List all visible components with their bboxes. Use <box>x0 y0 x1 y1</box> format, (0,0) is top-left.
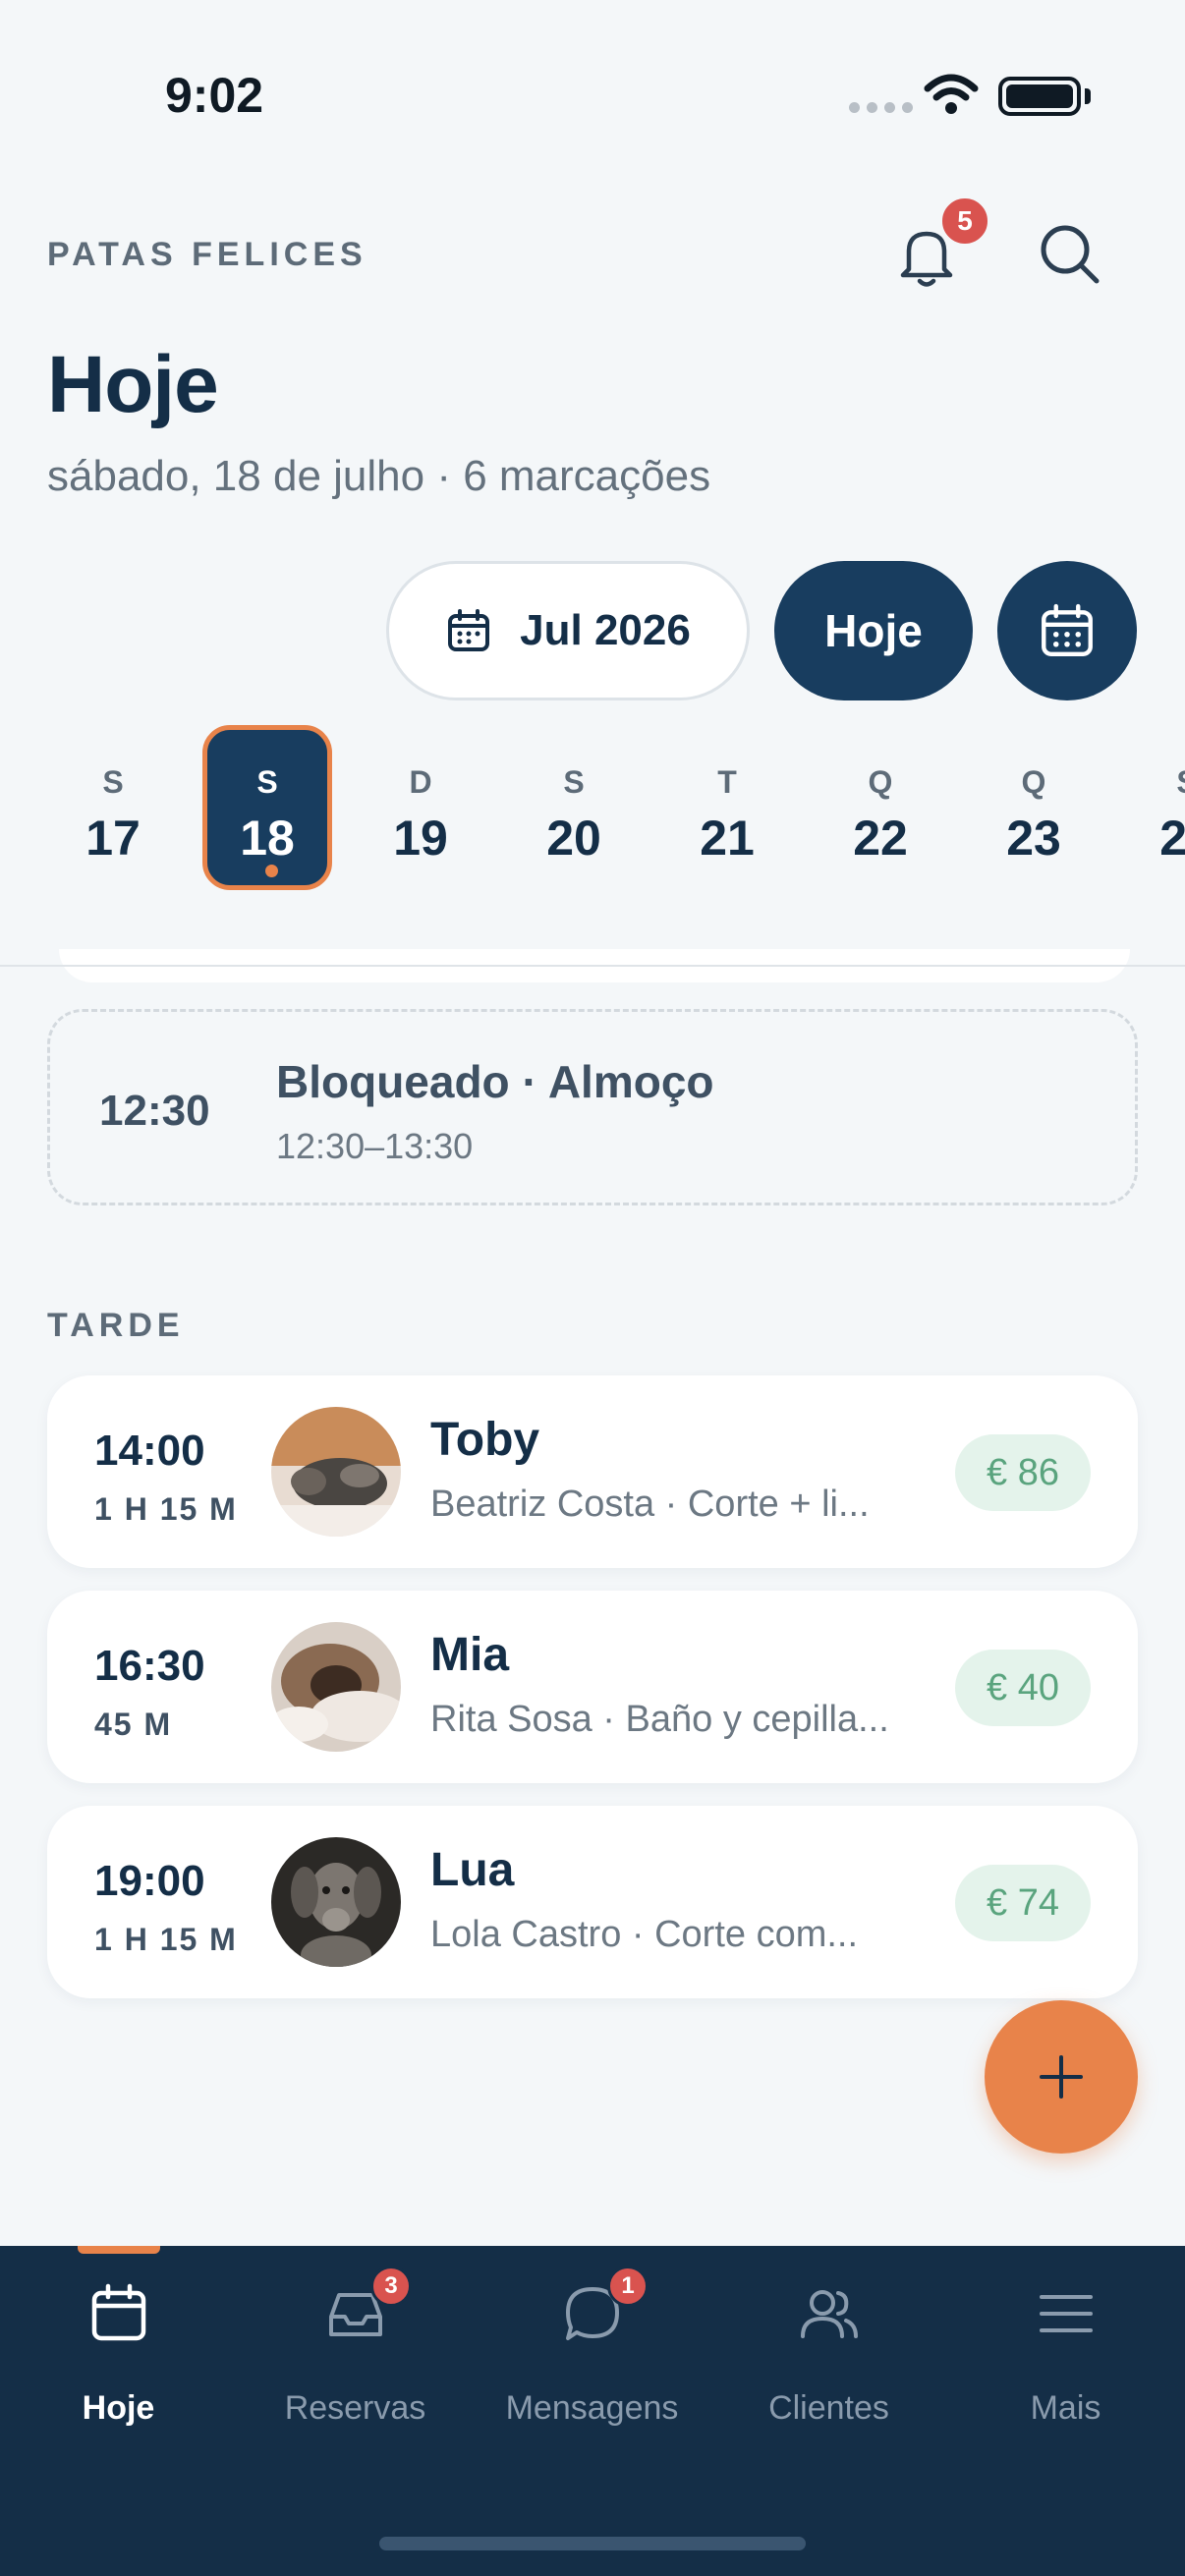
price-badge: € 74 <box>955 1865 1091 1941</box>
blocked-slot-card[interactable]: 12:30 Bloqueado · Almoço 12:30–13:30 <box>47 1009 1138 1205</box>
weekday-label: S <box>256 764 278 800</box>
page-title: Hoje <box>47 340 219 429</box>
appointment-card[interactable]: 16:30 45 M Mia Rita Sosa · Baño y cepill… <box>47 1591 1138 1783</box>
appointment-duration: 45 M <box>94 1707 173 1742</box>
users-icon <box>801 2290 858 2338</box>
battery-icon <box>998 77 1081 116</box>
tab-label: Mais <box>1030 2389 1101 2427</box>
day-number: 20 <box>546 811 601 866</box>
day-23[interactable]: Q 23 <box>969 725 1099 890</box>
weekday-label: Q <box>868 764 893 800</box>
wifi-icon <box>924 74 979 114</box>
search-icon[interactable] <box>1034 218 1104 289</box>
month-label: Jul 2026 <box>520 606 691 654</box>
day-number: 19 <box>393 811 448 866</box>
weekday-label: T <box>717 764 737 800</box>
day-21[interactable]: T 21 <box>662 725 792 890</box>
appointment-details: Rita Sosa · Baño y cepilla... <box>430 1699 889 1740</box>
day-22[interactable]: Q 22 <box>816 725 945 890</box>
day-18-selected[interactable]: S 18 <box>202 725 332 890</box>
day-number: 21 <box>700 811 755 866</box>
blocked-range: 12:30–13:30 <box>276 1126 474 1166</box>
pet-avatar <box>271 1407 401 1537</box>
tab-mensagens[interactable]: 1 Mensagens <box>474 2246 710 2442</box>
appointment-duration: 1 H 15 M <box>94 1491 238 1527</box>
weekday-label: S <box>563 764 585 800</box>
day-17[interactable]: S 17 <box>48 725 178 890</box>
day-number: 24 <box>1159 811 1185 866</box>
price-badge: € 86 <box>955 1434 1091 1511</box>
bottom-tab-bar: Hoje 3 Reservas 1 Mensagens Clientes Mai… <box>0 2246 1185 2576</box>
cellular-signal-icon <box>849 102 913 113</box>
tab-label: Mensagens <box>505 2389 679 2427</box>
menu-icon <box>1040 2295 1093 2332</box>
weekday-label: S <box>1122 764 1185 801</box>
calendar-view-button[interactable] <box>997 561 1137 700</box>
appointment-details: Beatriz Costa · Corte + li... <box>430 1484 870 1525</box>
appointment-time: 19:00 <box>94 1857 205 1905</box>
tab-hoje[interactable]: Hoje <box>0 2246 237 2442</box>
day-number: 17 <box>85 811 141 866</box>
active-tab-indicator <box>78 2246 160 2254</box>
pet-name: Lua <box>430 1844 515 1896</box>
status-bar: 9:02 <box>0 0 1185 187</box>
price-badge: € 40 <box>955 1650 1091 1726</box>
plus-icon <box>1040 2055 1083 2099</box>
pet-name: Mia <box>430 1629 510 1681</box>
day-24[interactable]: S 24 <box>1122 725 1185 890</box>
pet-avatar <box>271 1837 401 1967</box>
header-divider <box>0 965 1185 967</box>
notification-badge: 5 <box>938 195 991 248</box>
reservas-badge: 3 <box>370 2266 412 2307</box>
section-label-afternoon: TARDE <box>47 1307 185 1344</box>
weekday-label: D <box>409 764 432 800</box>
pet-avatar <box>271 1622 401 1752</box>
blocked-title: Bloqueado · Almoço <box>276 1056 714 1107</box>
calendar-grid-icon <box>1042 603 1093 656</box>
brand-name: PATAS FELICES <box>47 236 367 273</box>
tab-label: Reservas <box>284 2389 426 2427</box>
day-20[interactable]: S 20 <box>509 725 639 890</box>
appointment-details: Lola Castro · Corte com... <box>430 1914 859 1955</box>
week-strip: S 17 S 18 D 19 S 20 T 21 Q 22 Q 23 S 24 <box>0 717 1185 904</box>
appointment-card[interactable]: 14:00 1 H 15 M Toby Beatriz Costa · Cort… <box>47 1375 1138 1568</box>
pet-name: Toby <box>430 1414 540 1466</box>
tab-label: Hoje <box>82 2389 155 2427</box>
home-indicator[interactable] <box>379 2537 806 2550</box>
day-number: 23 <box>1006 811 1061 866</box>
tab-label: Clientes <box>768 2389 889 2427</box>
appointment-time: 14:00 <box>94 1427 205 1475</box>
tab-mais[interactable]: Mais <box>947 2246 1184 2442</box>
appointment-duration: 1 H 15 M <box>94 1922 238 1957</box>
status-time: 9:02 <box>165 68 264 123</box>
today-button[interactable]: Hoje <box>774 561 973 700</box>
calendar-icon <box>448 609 490 651</box>
has-appointments-dot <box>265 865 278 877</box>
month-picker-button[interactable]: Jul 2026 <box>386 561 750 700</box>
mensagens-badge: 1 <box>607 2266 649 2307</box>
calendar-icon <box>91 2283 146 2341</box>
appointment-card[interactable]: 19:00 1 H 15 M Lua Lola Castro · Corte c… <box>47 1806 1138 1998</box>
page-subtitle: sábado, 18 de julho · 6 marcações <box>47 452 711 500</box>
day-number: 22 <box>853 811 908 866</box>
tab-reservas[interactable]: 3 Reservas <box>237 2246 474 2442</box>
add-appointment-button[interactable] <box>985 2000 1138 2154</box>
blocked-time: 12:30 <box>99 1087 210 1135</box>
appointment-time: 16:30 <box>94 1642 205 1690</box>
weekday-label: Q <box>1021 764 1046 800</box>
day-19[interactable]: D 19 <box>356 725 485 890</box>
weekday-label: S <box>102 764 124 800</box>
day-number: 18 <box>240 811 295 866</box>
tab-clientes[interactable]: Clientes <box>710 2246 947 2442</box>
battery-cap <box>1085 88 1091 104</box>
